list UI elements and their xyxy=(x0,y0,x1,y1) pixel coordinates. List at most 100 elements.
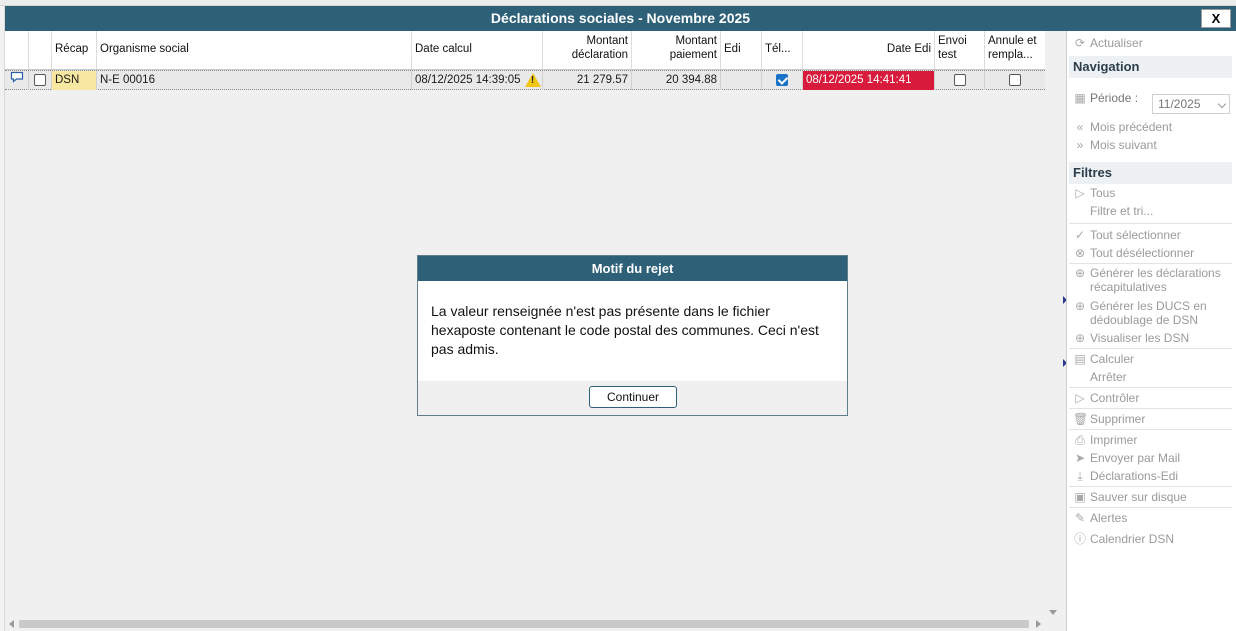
arreter-button[interactable]: Arrêter xyxy=(1067,368,1236,386)
row-organisme: N-E 00016 xyxy=(97,71,412,90)
plus-circle-icon: ⊕ xyxy=(1074,299,1086,313)
header-montant-paiement[interactable]: Montant paiement xyxy=(632,31,721,69)
separator xyxy=(1069,408,1232,409)
sauver-disque-button[interactable]: ▣ Sauver sur disque xyxy=(1067,488,1236,506)
tout-selectionner-label: Tout sélectionner xyxy=(1090,228,1181,242)
envoyer-mail-button[interactable]: ➤ Envoyer par Mail xyxy=(1067,449,1236,467)
filtre-tri-label: Filtre et tri... xyxy=(1090,204,1154,218)
header-edi[interactable]: Edi xyxy=(721,31,762,69)
separator xyxy=(1069,263,1232,264)
periode-select[interactable]: 11/2025 xyxy=(1152,94,1230,114)
separator xyxy=(1069,348,1232,349)
header-date-edi[interactable]: Date Edi xyxy=(803,31,935,69)
save-disk-icon: ▣ xyxy=(1074,490,1086,504)
play-circle-icon: ▷ xyxy=(1075,186,1085,200)
table-row[interactable]: DSN N-E 00016 08/12/2025 14:39:05 21 279… xyxy=(5,70,1045,90)
filtre-tri-button[interactable]: Filtre et tri... xyxy=(1067,202,1236,220)
header-recap[interactable]: Récap xyxy=(52,31,97,69)
generer-recap-button[interactable]: ⊕ Générer les déclarations récapitulatives xyxy=(1067,266,1236,296)
visualiser-dsn-button[interactable]: ⊕ Visualiser les DSN xyxy=(1067,329,1236,347)
row-edi xyxy=(721,71,762,90)
download-icon: ⤓ xyxy=(1077,469,1083,483)
row-annule-checkbox[interactable] xyxy=(985,71,1045,90)
alertes-label: Alertes xyxy=(1090,511,1128,525)
header-montant-paiement-line1: Montant xyxy=(675,35,717,47)
send-icon: ➤ xyxy=(1074,451,1086,465)
supprimer-label: Supprimer xyxy=(1090,412,1146,426)
horizontal-scrollbar[interactable] xyxy=(5,617,1045,631)
declarations-edi-label: Déclarations-Edi xyxy=(1090,469,1179,483)
declarations-edi-button[interactable]: ⤓ Déclarations-Edi xyxy=(1067,467,1236,485)
supprimer-button[interactable]: 🗑 Supprimer xyxy=(1067,410,1236,428)
plus-circle-icon: ⊕ xyxy=(1074,331,1086,345)
continuer-button[interactable]: Continuer xyxy=(589,386,677,408)
sauver-disque-label: Sauver sur disque xyxy=(1090,490,1187,504)
header-organisme[interactable]: Organisme social xyxy=(97,31,412,69)
calculer-label: Calculer xyxy=(1090,352,1135,366)
calendrier-dsn-label: Calendrier DSN xyxy=(1090,532,1175,546)
scroll-left-arrow-icon[interactable] xyxy=(9,620,14,628)
scroll-down-arrow-icon[interactable] xyxy=(1049,610,1057,615)
navigation-section-title: Navigation xyxy=(1069,56,1232,78)
generer-ducs-label-1: Générer les DUCS en xyxy=(1090,299,1207,313)
row-tel-checkbox[interactable] xyxy=(762,71,803,90)
dialog-footer: Continuer xyxy=(418,381,847,415)
calculer-button[interactable]: ▤ Calculer xyxy=(1067,350,1236,368)
header-tel[interactable]: Tél... xyxy=(762,31,803,69)
header-montant-declaration-line2: déclaration xyxy=(571,49,628,61)
mois-suivant-button[interactable]: » Mois suivant xyxy=(1067,136,1236,154)
calculator-icon: ▤ xyxy=(1074,352,1086,366)
separator xyxy=(1069,223,1232,224)
plus-circle-icon: ⊕ xyxy=(1074,266,1086,280)
vertical-scrollbar[interactable] xyxy=(1045,31,1062,617)
header-annule-line2: rempla... xyxy=(988,49,1033,61)
row-date-calcul: 08/12/2025 14:39:05 xyxy=(412,71,543,90)
row-date-calcul-text: 08/12/2025 14:39:05 xyxy=(415,74,521,86)
tout-selectionner-button[interactable]: ✓ Tout sélectionner xyxy=(1067,226,1236,244)
imprimer-label: Imprimer xyxy=(1090,433,1138,447)
row-envoi-test-checkbox[interactable] xyxy=(935,71,985,90)
row-recap: DSN xyxy=(52,71,97,90)
double-chevron-right-icon: » xyxy=(1076,138,1084,152)
actualiser-label: Actualiser xyxy=(1090,36,1143,50)
double-chevron-left-icon: « xyxy=(1076,120,1084,134)
header-envoi-test-line2: test xyxy=(938,49,957,61)
chevron-down-icon xyxy=(1217,99,1227,109)
alertes-button[interactable]: ✎ Alertes xyxy=(1067,509,1236,527)
x-circle-icon: ⊗ xyxy=(1074,246,1086,260)
imprimer-button[interactable]: ⎙ Imprimer xyxy=(1067,431,1236,449)
separator xyxy=(1069,486,1232,487)
controler-button[interactable]: ▷ Contrôler xyxy=(1067,389,1236,407)
row-montant-paiement: 20 394.88 xyxy=(632,71,721,90)
action-panel: ⟳ Actualiser Navigation ▦ Période : 11/202… xyxy=(1066,31,1236,631)
play-circle-icon: ▷ xyxy=(1075,391,1085,405)
pencil-icon: ✎ xyxy=(1074,511,1086,525)
scroll-right-arrow-icon[interactable] xyxy=(1036,620,1041,628)
title-bar: Déclarations sociales - Novembre 2025 X xyxy=(5,6,1236,31)
warning-icon[interactable] xyxy=(524,72,541,88)
window-title: Déclarations sociales - Novembre 2025 xyxy=(490,10,751,26)
generer-ducs-button[interactable]: ⊕ Générer les DUCS en dédoublage de DSN xyxy=(1067,299,1236,329)
periode-label: Période : xyxy=(1090,91,1139,105)
row-select-checkbox[interactable] xyxy=(29,71,52,90)
tout-deselectionner-button[interactable]: ⊗ Tout désélectionner xyxy=(1067,244,1236,262)
mois-suivant-label: Mois suivant xyxy=(1090,138,1157,152)
generer-ducs-label-2: dédoublage de DSN xyxy=(1090,313,1199,327)
calendrier-dsn-button[interactable]: ⓘ Calendrier DSN xyxy=(1067,530,1236,548)
header-date-calcul[interactable]: Date calcul xyxy=(412,31,543,69)
header-montant-declaration[interactable]: Montant déclaration xyxy=(543,31,632,69)
comment-icon[interactable] xyxy=(5,71,29,90)
mois-precedent-label: Mois précédent xyxy=(1090,120,1173,134)
header-annule-line1: Annule et xyxy=(988,35,1037,47)
header-envoi-test[interactable]: Envoi test xyxy=(935,31,985,69)
mois-precedent-button[interactable]: « Mois précédent xyxy=(1067,118,1236,136)
close-button[interactable]: X xyxy=(1201,9,1231,28)
actualiser-button[interactable]: ⟳ Actualiser xyxy=(1067,34,1236,52)
calendar-icon: ▦ xyxy=(1074,91,1086,105)
check-circle-icon: ✓ xyxy=(1074,228,1086,242)
tous-button[interactable]: ▷ Tous xyxy=(1067,184,1236,202)
horizontal-scroll-thumb[interactable] xyxy=(19,620,1029,628)
periode-value: 11/2025 xyxy=(1158,97,1201,111)
printer-icon: ⎙ xyxy=(1075,433,1085,447)
header-annule-remplace[interactable]: Annule et rempla... xyxy=(985,31,1045,69)
